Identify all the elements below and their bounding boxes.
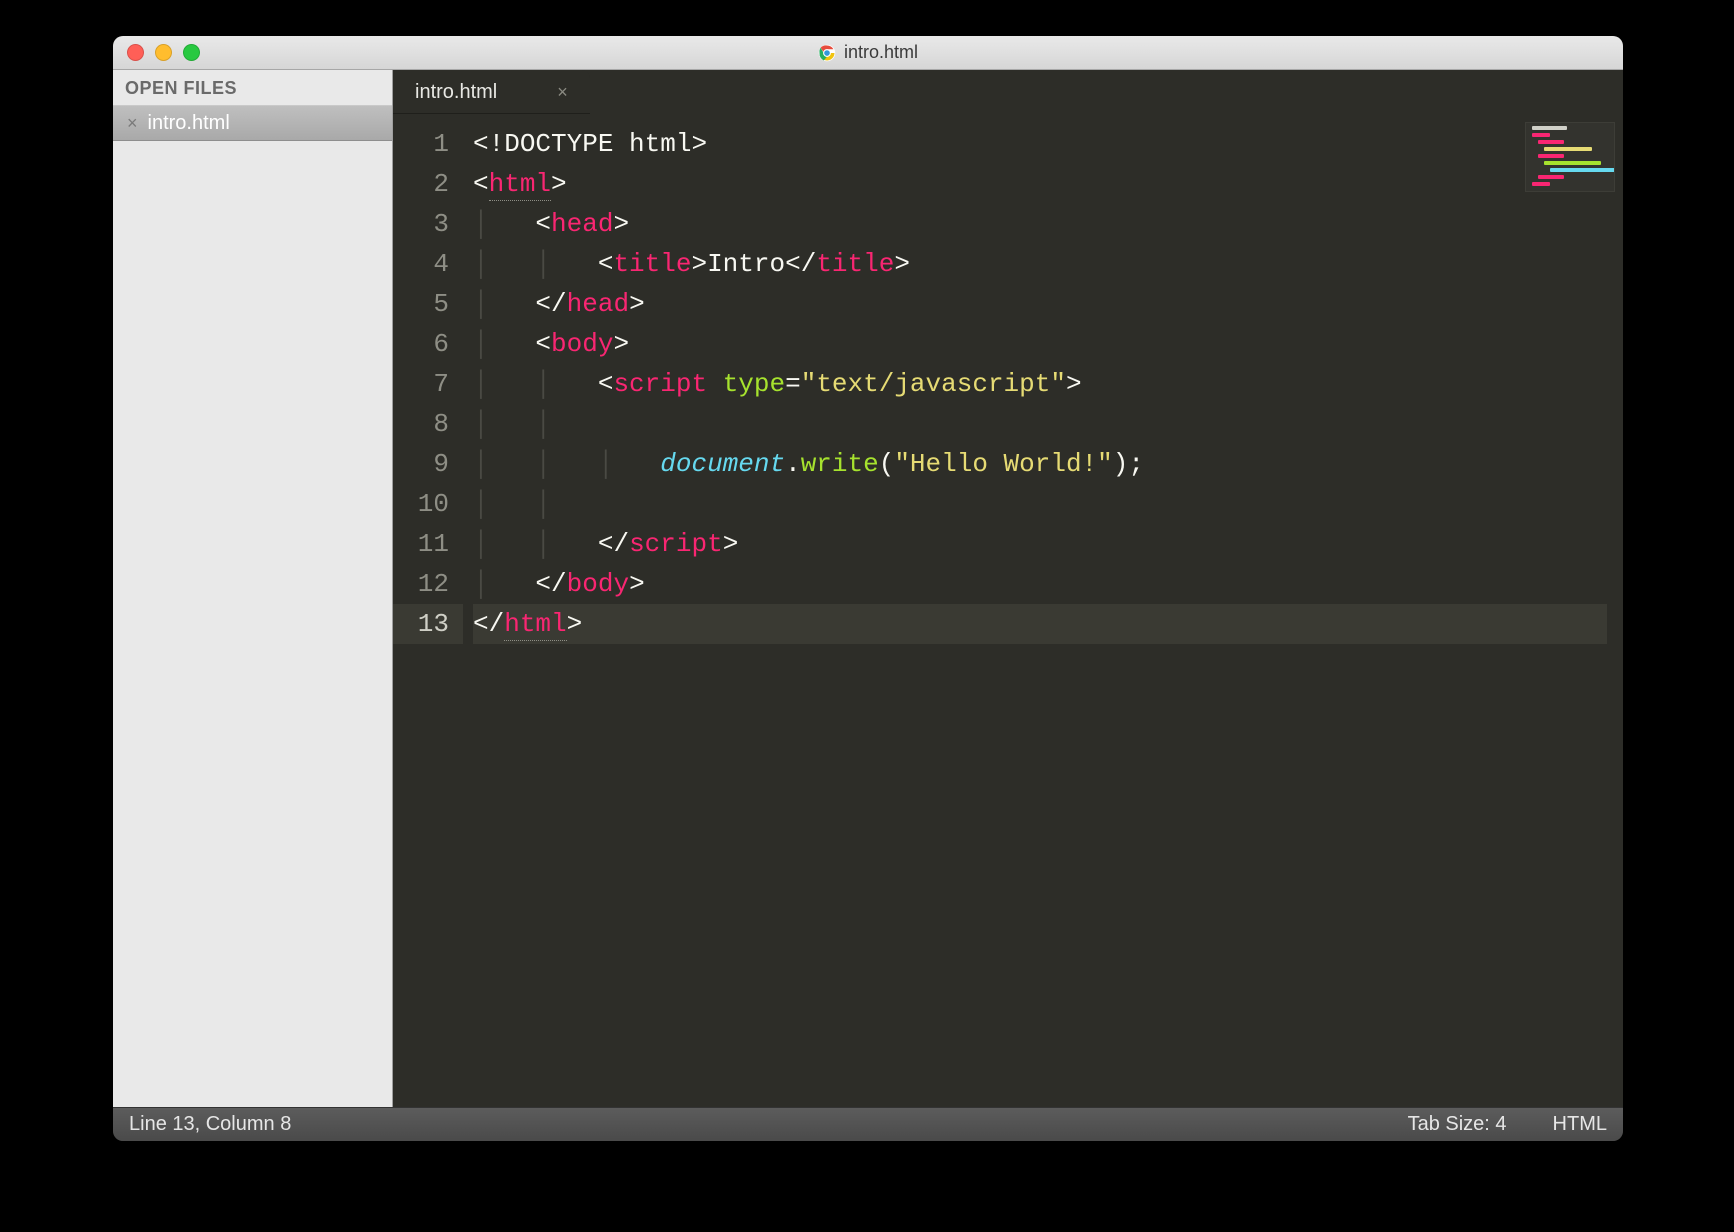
- line-number: 8: [393, 404, 463, 444]
- code-line[interactable]: │ │ │ document.write("Hello World!");: [473, 444, 1607, 484]
- line-number: 1: [393, 124, 463, 164]
- line-number: 12: [393, 564, 463, 604]
- code-editor[interactable]: 12345678910111213 <!DOCTYPE html><html>│…: [393, 114, 1623, 1107]
- tab-bar: intro.html ×: [393, 70, 1623, 114]
- cursor-position[interactable]: Line 13, Column 8: [129, 1113, 291, 1136]
- traffic-lights: [127, 44, 200, 61]
- line-number: 2: [393, 164, 463, 204]
- editor-window: intro.html OPEN FILES × intro.html intro…: [113, 36, 1623, 1141]
- minimap[interactable]: [1525, 122, 1615, 192]
- open-file-item[interactable]: × intro.html: [113, 105, 392, 141]
- code-line[interactable]: │ <body>: [473, 324, 1607, 364]
- code-line[interactable]: │ │ <script type="text/javascript">: [473, 364, 1607, 404]
- titlebar[interactable]: intro.html: [113, 36, 1623, 70]
- close-file-icon[interactable]: ×: [127, 114, 138, 132]
- line-number: 6: [393, 324, 463, 364]
- code-line[interactable]: │ <head>: [473, 204, 1607, 244]
- line-number: 13: [393, 604, 463, 644]
- code-line[interactable]: │ │: [473, 404, 1607, 444]
- close-icon[interactable]: [127, 44, 144, 61]
- file-type-icon: [818, 44, 836, 62]
- code-line[interactable]: │ │ </script>: [473, 524, 1607, 564]
- code-line[interactable]: │ </body>: [473, 564, 1607, 604]
- syntax-indicator[interactable]: HTML: [1553, 1113, 1607, 1136]
- code-line[interactable]: │ │: [473, 484, 1607, 524]
- tab-label: intro.html: [415, 81, 497, 104]
- code-line[interactable]: </html>: [473, 604, 1607, 644]
- sidebar: OPEN FILES × intro.html: [113, 70, 393, 1107]
- code-line[interactable]: │ </head>: [473, 284, 1607, 324]
- line-number: 7: [393, 364, 463, 404]
- line-number-gutter: 12345678910111213: [393, 114, 463, 1107]
- code-line[interactable]: │ │ <title>Intro</title>: [473, 244, 1607, 284]
- window-title-text: intro.html: [844, 42, 918, 63]
- code-line[interactable]: <html>: [473, 164, 1607, 204]
- line-number: 3: [393, 204, 463, 244]
- minimize-icon[interactable]: [155, 44, 172, 61]
- open-file-name: intro.html: [148, 112, 230, 135]
- status-bar: Line 13, Column 8 Tab Size: 4 HTML: [113, 1107, 1623, 1141]
- tab-intro-html[interactable]: intro.html ×: [393, 70, 590, 114]
- tab-size-indicator[interactable]: Tab Size: 4: [1408, 1113, 1507, 1136]
- window-title: intro.html: [113, 42, 1623, 63]
- tab-close-icon[interactable]: ×: [557, 82, 568, 103]
- line-number: 9: [393, 444, 463, 484]
- line-number: 10: [393, 484, 463, 524]
- line-number: 4: [393, 244, 463, 284]
- line-number: 11: [393, 524, 463, 564]
- code-area[interactable]: <!DOCTYPE html><html>│ <head>│ │ <title>…: [463, 114, 1623, 1107]
- sidebar-header: OPEN FILES: [113, 70, 392, 105]
- editor-main: intro.html × 12345678910111213 <!DOCTYPE…: [393, 70, 1623, 1107]
- zoom-icon[interactable]: [183, 44, 200, 61]
- code-line[interactable]: <!DOCTYPE html>: [473, 124, 1607, 164]
- line-number: 5: [393, 284, 463, 324]
